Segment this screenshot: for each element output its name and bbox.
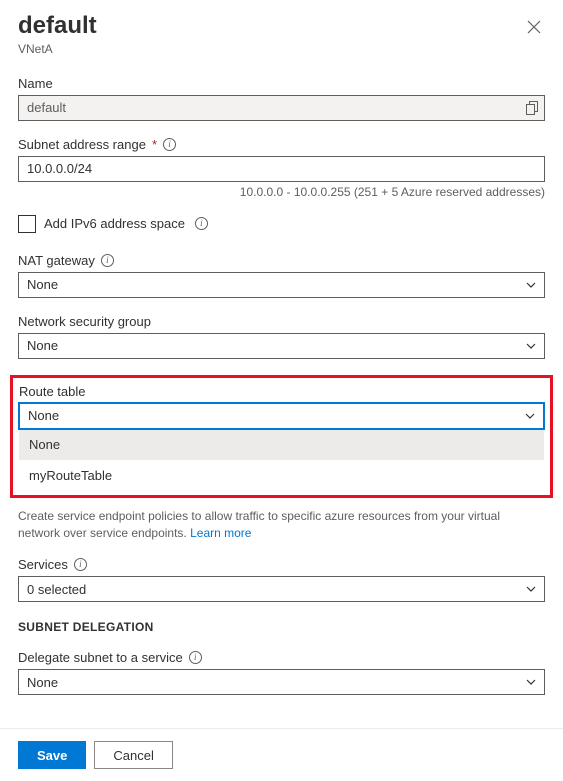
info-icon[interactable]: i [189, 651, 202, 664]
subnet-range-input[interactable] [18, 156, 545, 182]
chevron-down-icon [526, 679, 536, 685]
delegate-label: Delegate subnet to a service i [18, 650, 545, 665]
route-table-option-myroutetable[interactable]: myRouteTable [19, 460, 544, 491]
info-icon[interactable]: i [74, 558, 87, 571]
subnet-delegation-section: SUBNET DELEGATION [18, 620, 545, 634]
page-title: default [18, 12, 97, 41]
delegate-select[interactable]: None [18, 669, 545, 695]
route-table-highlight: Route table None None myRouteTable [10, 375, 553, 498]
subnet-range-helper: 10.0.0.0 - 10.0.0.255 (251 + 5 Azure res… [18, 185, 545, 199]
nsg-label: Network security group [18, 314, 545, 329]
copy-icon [526, 101, 539, 115]
name-input[interactable] [18, 95, 545, 121]
footer: Save Cancel [0, 728, 563, 781]
route-table-option-none[interactable]: None [19, 429, 544, 460]
close-icon [527, 20, 541, 34]
chevron-down-icon [525, 413, 535, 419]
nat-gateway-label: NAT gateway i [18, 253, 545, 268]
copy-button[interactable] [526, 101, 539, 115]
chevron-down-icon [526, 586, 536, 592]
ipv6-label: Add IPv6 address space [44, 216, 185, 231]
learn-more-link[interactable]: Learn more [190, 526, 251, 540]
nat-gateway-select[interactable]: None [18, 272, 545, 298]
page-subtitle: VNetA [18, 42, 97, 56]
chevron-down-icon [526, 282, 536, 288]
info-icon[interactable]: i [163, 138, 176, 151]
chevron-down-icon [526, 343, 536, 349]
save-button[interactable]: Save [18, 741, 86, 769]
ipv6-checkbox[interactable] [18, 215, 36, 233]
services-select[interactable]: 0 selected [18, 576, 545, 602]
nsg-select[interactable]: None [18, 333, 545, 359]
name-label: Name [18, 76, 545, 91]
service-endpoints-description: Create service endpoint policies to allo… [18, 508, 545, 542]
cancel-button[interactable]: Cancel [94, 741, 172, 769]
route-table-select[interactable]: None [19, 403, 544, 429]
info-icon[interactable]: i [195, 217, 208, 230]
route-table-dropdown: None myRouteTable [19, 429, 544, 491]
subnet-range-label: Subnet address range * i [18, 137, 545, 152]
info-icon[interactable]: i [101, 254, 114, 267]
route-table-label: Route table [19, 384, 544, 399]
required-indicator: * [152, 137, 157, 152]
close-button[interactable] [523, 16, 545, 38]
services-label: Services i [18, 557, 545, 572]
